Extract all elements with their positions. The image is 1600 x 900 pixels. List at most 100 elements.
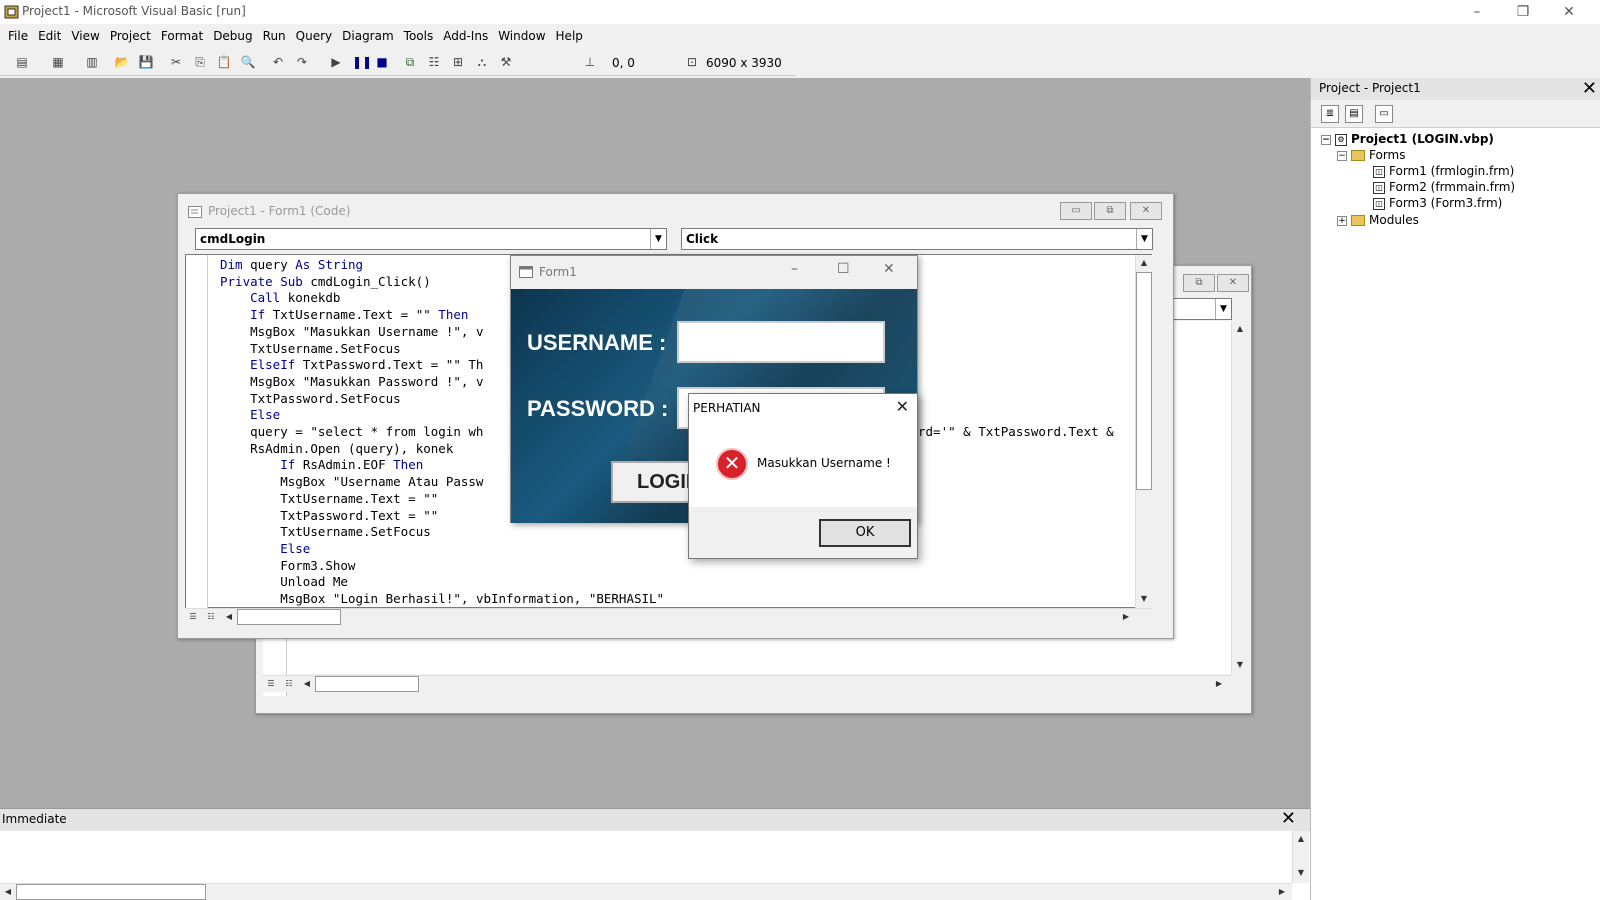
object-browser-icon[interactable]: ⛬ — [474, 54, 490, 70]
minimize-button[interactable]: – — [1454, 0, 1500, 24]
project-explorer-header: Project - Project1 ✕ — [1311, 78, 1600, 100]
immediate-header: Immediate ✕ — [0, 809, 1310, 831]
code-close-button[interactable]: ✕ — [1130, 202, 1162, 220]
add-form-icon[interactable]: ▦ — [50, 54, 66, 70]
code-line[interactable]: Else — [220, 541, 664, 558]
menu-format[interactable]: Format — [156, 26, 208, 46]
form1-maximize-button[interactable]: ☐ — [837, 261, 850, 277]
tree-item-label: Form3 (Form3.frm) — [1389, 196, 1503, 210]
cut-icon[interactable]: ✂ — [168, 54, 184, 70]
end-icon[interactable]: ■ — [374, 54, 390, 70]
project-explorer: Project - Project1 ✕ ≣ ▤ ▭ − ⚙ Project1 (L… — [1310, 78, 1600, 900]
code-line[interactable]: Unload Me — [220, 574, 664, 591]
menu-debug[interactable]: Debug — [208, 26, 257, 46]
object-combo[interactable]: cmdLogin ▼ — [195, 228, 667, 250]
menu-run[interactable]: Run — [258, 26, 291, 46]
size-icon: ⊡ — [686, 55, 698, 69]
form-file-icon: ◫ — [1373, 197, 1385, 210]
full-module-view-icon[interactable]: ☷ — [203, 609, 219, 625]
menu-diagram[interactable]: Diagram — [337, 26, 399, 46]
object-combo-value: cmdLogin — [200, 232, 266, 246]
msgbox-title: PERHATIAN — [693, 401, 761, 415]
procedure-combo[interactable]: Click ▼ — [681, 228, 1153, 250]
tree-modules-folder[interactable]: + Modules — [1337, 213, 1419, 227]
bg-close-button[interactable]: ✕ — [1217, 274, 1249, 292]
bg-vertical-scrollbar[interactable]: ▲ ▼ — [1231, 321, 1248, 674]
paste-icon[interactable]: 📋 — [216, 54, 232, 70]
project-icon: ⚙ — [1335, 133, 1347, 146]
form1-close-button[interactable]: ✕ — [883, 261, 895, 277]
vb-app-icon — [4, 4, 20, 20]
code-minimize-button[interactable]: ▭ — [1060, 202, 1092, 220]
tree-item-form2[interactable]: ◫ Form2 (frmmain.frm) — [1373, 180, 1515, 194]
add-project-icon[interactable]: ▤ — [14, 54, 30, 70]
scroll-down-icon[interactable]: ▼ — [1136, 591, 1152, 607]
standard-toolbar: ▤ ▦ ▥ 📂 💾 ✂ ⎘ 📋 🔍 ↶ ↷ ▶ ❚❚ ■ ⧉ ☷ ⊞ ⛬ ⚒ ⊥… — [0, 48, 795, 76]
menu-tools[interactable]: Tools — [399, 26, 439, 46]
menu-bar: File Edit View Project Format Debug Run Query Di… — [0, 26, 1600, 48]
msgbox-message: Masukkan Username ! — [757, 456, 891, 470]
toolbox-icon[interactable]: ⚒ — [498, 54, 514, 70]
username-input[interactable] — [677, 321, 885, 363]
code-line[interactable]: MsgBox "Login Berhasil!", vbInformation,… — [220, 591, 664, 608]
scroll-right-icon[interactable]: ▶ — [1118, 609, 1134, 625]
menu-edit[interactable]: Edit — [33, 26, 66, 46]
project-explorer-icon[interactable]: ⧉ — [402, 54, 418, 70]
username-label: USERNAME : — [527, 330, 667, 355]
save-project-icon[interactable]: 💾 — [138, 54, 154, 70]
properties-window-icon[interactable]: ☷ — [426, 54, 442, 70]
restore-button[interactable]: ❐ — [1500, 0, 1546, 24]
tree-item-form3[interactable]: ◫ Form3 (Form3.frm) — [1373, 196, 1502, 210]
copy-icon[interactable]: ⎘ — [192, 54, 208, 70]
toggle-folders-icon[interactable]: ▭ — [1375, 105, 1393, 123]
code-vertical-scrollbar[interactable]: ▲ ▼ — [1135, 255, 1152, 608]
find-icon[interactable]: 🔍 — [240, 54, 256, 70]
expand-icon[interactable]: + — [1337, 215, 1347, 226]
code-horizontal-scrollbar[interactable]: ☰ ☷ ◀ ▶ — [185, 608, 1152, 625]
scroll-left-icon[interactable]: ◀ — [221, 609, 237, 625]
chevron-down-icon[interactable]: ▼ — [1136, 229, 1152, 249]
menu-add-ins[interactable]: Add-Ins — [438, 26, 493, 46]
bg-restore-button[interactable]: ⧉ — [1183, 274, 1215, 292]
break-icon[interactable]: ❚❚ — [352, 54, 372, 70]
menu-project[interactable]: Project — [105, 26, 156, 46]
code-line[interactable]: TxtUsername.SetFocus — [220, 524, 664, 541]
tree-forms-folder[interactable]: − Forms — [1337, 148, 1405, 162]
code-restore-button[interactable]: ⧉ — [1094, 202, 1126, 220]
message-box[interactable]: PERHATIAN ✕ ✕ Masukkan Username ! OK — [688, 393, 918, 559]
form-file-icon: ◫ — [1373, 181, 1385, 194]
code-window-icon — [188, 206, 202, 218]
collapse-icon[interactable]: − — [1321, 134, 1331, 145]
close-icon[interactable]: ✕ — [1281, 810, 1296, 828]
redo-icon[interactable]: ↷ — [294, 54, 310, 70]
view-code-icon[interactable]: ≣ — [1321, 105, 1339, 123]
scroll-up-icon[interactable]: ▲ — [1136, 255, 1152, 271]
open-project-icon[interactable]: 📂 — [114, 54, 130, 70]
menu-file[interactable]: File — [3, 26, 33, 46]
bg-horizontal-scrollbar[interactable]: ☰ ☷ ◀ ▶ — [263, 675, 1231, 692]
collapse-icon[interactable]: − — [1337, 150, 1347, 161]
immediate-vertical-scrollbar[interactable]: ▲ ▼ — [1292, 831, 1309, 883]
menu-view[interactable]: View — [66, 26, 104, 46]
undo-icon[interactable]: ↶ — [270, 54, 286, 70]
tree-project-root[interactable]: − ⚙ Project1 (LOGIN.vbp) — [1321, 132, 1494, 146]
form1-minimize-button[interactable]: – — [791, 261, 798, 277]
immediate-horizontal-scrollbar[interactable]: ◀ ▶ — [0, 883, 1292, 900]
start-icon[interactable]: ▶ — [328, 54, 344, 70]
form-layout-icon[interactable]: ⊞ — [450, 54, 466, 70]
chevron-down-icon[interactable]: ▼ — [650, 229, 666, 249]
menu-query[interactable]: Query — [291, 26, 337, 46]
code-window-title: Project1 - Form1 (Code) — [178, 194, 1173, 224]
menu-editor-icon[interactable]: ▥ — [84, 54, 100, 70]
close-button[interactable]: ✕ — [1546, 0, 1592, 24]
menu-window[interactable]: Window — [493, 26, 550, 46]
code-line[interactable]: Form3.Show — [220, 558, 664, 575]
ok-button[interactable]: OK — [819, 519, 911, 547]
close-icon[interactable]: ✕ — [1582, 80, 1597, 98]
tree-item-form1[interactable]: ◫ Form1 (frmlogin.frm) — [1373, 164, 1514, 178]
view-object-icon[interactable]: ▤ — [1345, 105, 1363, 123]
immediate-window[interactable]: Immediate ✕ ▲ ▼ ◀ ▶ — [0, 808, 1310, 900]
menu-help[interactable]: Help — [551, 26, 588, 46]
msgbox-close-icon[interactable]: ✕ — [896, 397, 909, 416]
procedure-view-icon[interactable]: ☰ — [185, 609, 201, 625]
